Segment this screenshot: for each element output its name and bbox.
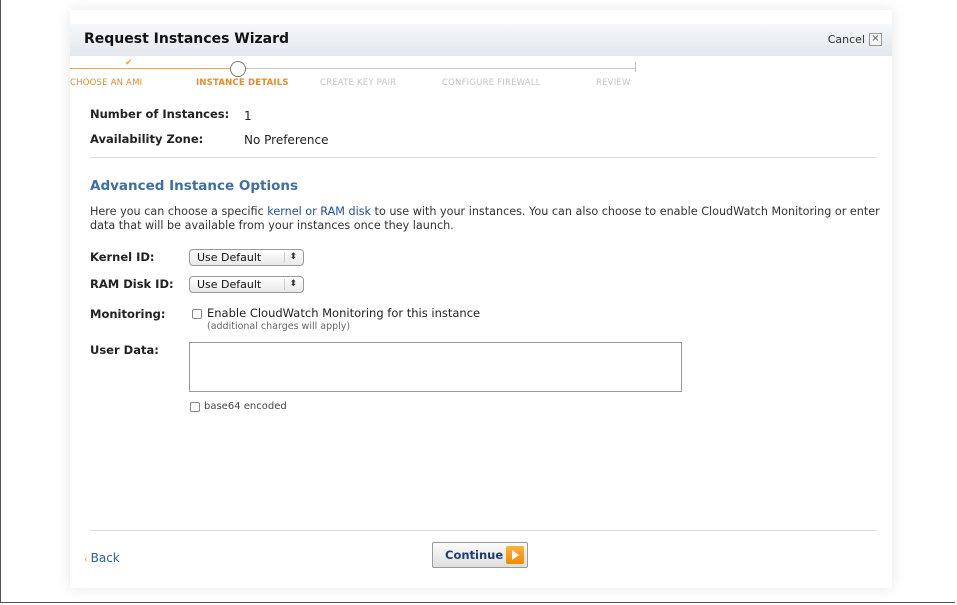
step-choose-ami[interactable]: CHOOSE AN AMI	[70, 78, 142, 88]
select-separator	[284, 252, 285, 263]
select-separator	[284, 279, 285, 290]
continue-label: Continue	[445, 548, 504, 562]
ramdisk-id-label: RAM Disk ID:	[90, 277, 174, 291]
step-review: REVIEW	[596, 78, 631, 88]
wizard-titlebar: Request Instances Wizard Cancel ×	[70, 24, 892, 56]
kernel-id-value: Use Default	[197, 251, 262, 264]
step-progress-line-done	[70, 68, 235, 69]
user-data-textarea[interactable]	[189, 342, 682, 392]
chevron-left-icon: ‹	[84, 555, 88, 565]
cancel-label: Cancel	[827, 33, 865, 46]
desc-text-before: Here you can choose a specific	[90, 205, 268, 218]
back-button[interactable]: ‹ Back	[84, 551, 120, 565]
section-divider	[90, 157, 877, 158]
instances-label: Number of Instances:	[90, 107, 230, 121]
instances-value: 1	[244, 109, 252, 123]
wizard-title: Request Instances Wizard	[84, 31, 290, 47]
footer-divider	[90, 530, 877, 531]
step-current-circle-icon	[230, 61, 246, 77]
kernel-id-label: Kernel ID:	[90, 250, 155, 264]
zone-value: No Preference	[244, 133, 329, 147]
close-icon[interactable]: ×	[869, 33, 882, 46]
base64-checkbox[interactable]	[190, 402, 200, 412]
ramdisk-id-value: Use Default	[197, 278, 262, 291]
zone-label: Availability Zone:	[90, 132, 204, 146]
back-label: Back	[90, 551, 120, 565]
step-create-key-pair: CREATE KEY PAIR	[320, 78, 397, 88]
continue-button[interactable]: Continue	[432, 542, 528, 568]
step-end-tick	[635, 62, 636, 72]
advanced-options-title: Advanced Instance Options	[90, 178, 298, 194]
updown-caret-icon: ⬍	[289, 279, 297, 289]
monitoring-checkbox-label[interactable]: Enable CloudWatch Monitoring for this in…	[207, 306, 480, 320]
monitoring-checkbox[interactable]	[192, 309, 202, 319]
updown-caret-icon: ⬍	[289, 252, 297, 262]
ramdisk-id-select[interactable]: Use Default ⬍	[189, 276, 304, 293]
step-configure-firewall: CONFIGURE FIREWALL	[442, 78, 541, 88]
step-progress-line-pending	[245, 68, 635, 69]
advanced-options-description: Here you can choose a specific kernel or…	[90, 205, 880, 233]
kernel-id-select[interactable]: Use Default ⬍	[189, 249, 304, 266]
monitoring-charges-note: (additional charges will apply)	[207, 321, 351, 332]
kernel-ramdisk-link[interactable]: kernel or RAM disk	[267, 205, 371, 218]
cancel-button[interactable]: Cancel ×	[828, 33, 882, 46]
step-instance-details: INSTANCE DETAILS	[196, 78, 289, 88]
wizard-steps: ✔ CHOOSE AN AMI INSTANCE DETAILS CREATE …	[70, 56, 892, 96]
monitoring-label: Monitoring:	[90, 307, 166, 321]
step-complete-check-icon: ✔	[125, 58, 133, 68]
user-data-label: User Data:	[90, 343, 159, 357]
arrow-right-icon	[506, 546, 524, 564]
wizard-dialog: Request Instances Wizard Cancel × ✔ CHOO…	[70, 10, 892, 588]
base64-checkbox-label[interactable]: base64 encoded	[204, 401, 287, 412]
